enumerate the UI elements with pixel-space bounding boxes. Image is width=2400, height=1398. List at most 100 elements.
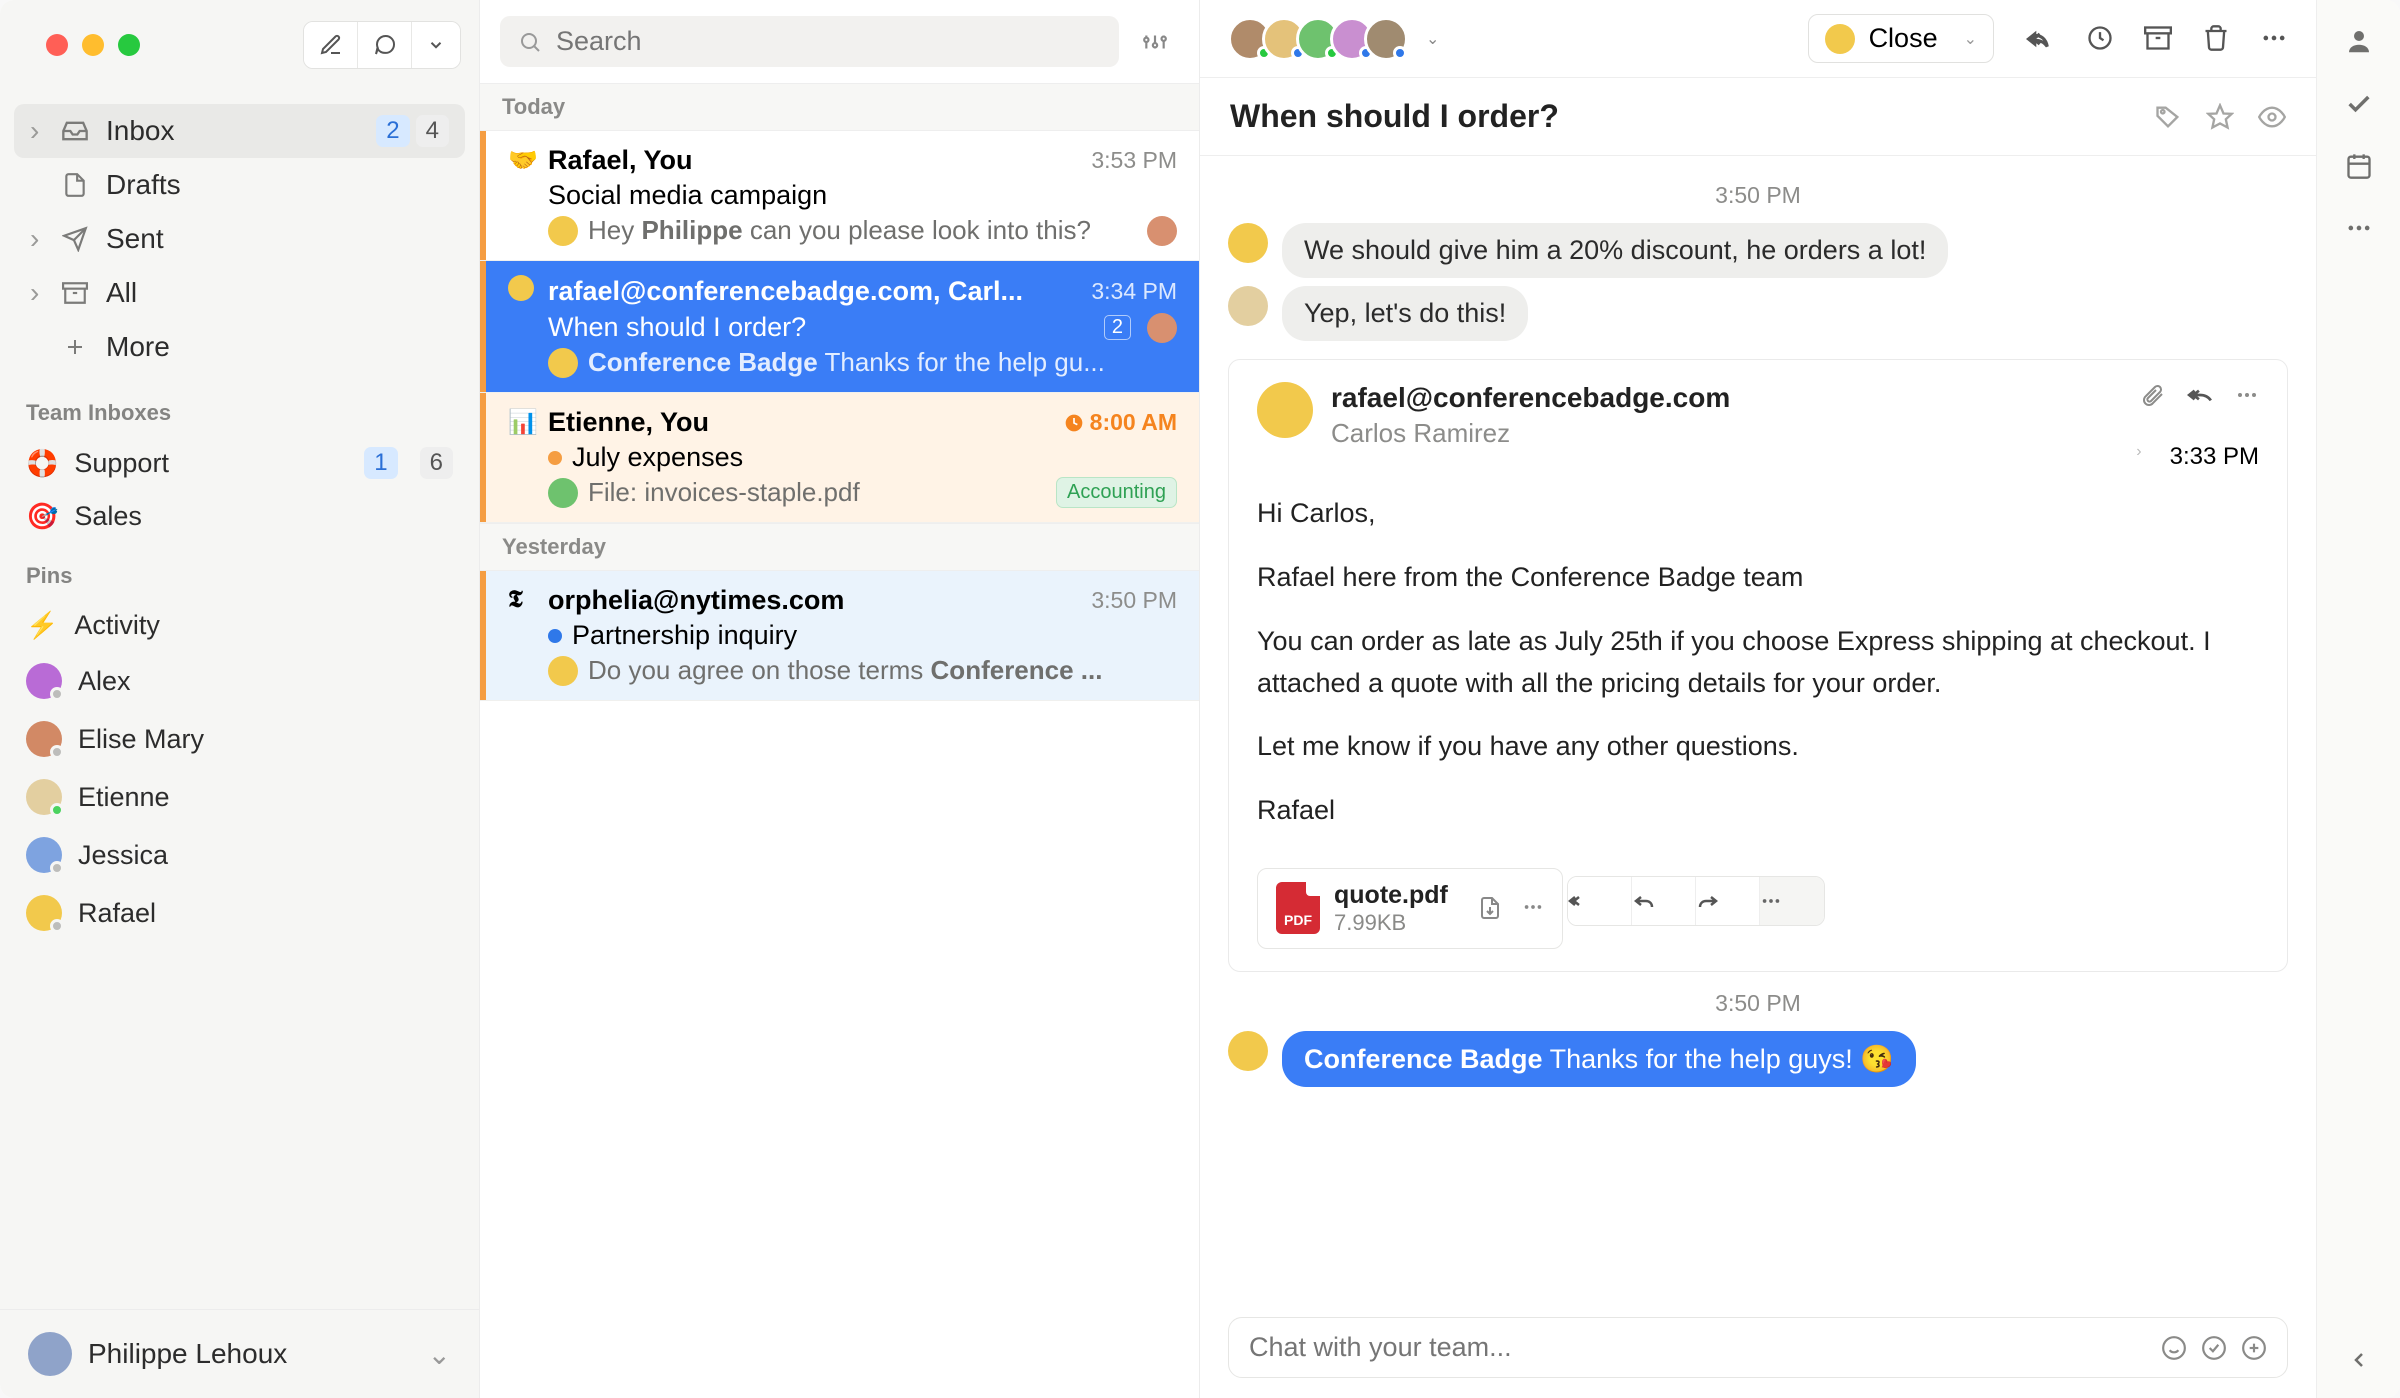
attachment-icon[interactable] <box>2141 383 2165 407</box>
tasks-icon[interactable] <box>2345 90 2373 118</box>
sidebar: › Inbox 2 4 Drafts › Sent › All <box>0 0 480 1398</box>
timestamp: 3:50 PM <box>1228 182 2288 209</box>
star-icon[interactable] <box>2206 103 2234 131</box>
email-from: rafael@conferencebadge.com <box>1331 382 2123 414</box>
pin-elise[interactable]: Elise Mary <box>0 710 479 768</box>
participants[interactable] <box>1228 17 1408 61</box>
calendar-icon[interactable] <box>2345 152 2373 180</box>
nav-more[interactable]: More <box>14 320 465 374</box>
nav-all[interactable]: › All <box>14 266 465 320</box>
more-icon[interactable] <box>2235 383 2259 407</box>
tag-icon: 🤝 <box>508 146 536 175</box>
send-icon <box>56 226 94 252</box>
collapse-icon[interactable] <box>2347 1348 2371 1372</box>
pin-label: Jessica <box>78 840 168 871</box>
conversation-item-selected[interactable]: rafael@conferencebadge.com, Carl... 3:34… <box>480 261 1199 393</box>
tag-icon[interactable] <box>2154 103 2182 131</box>
plus-icon <box>56 335 94 359</box>
close-dropdown[interactable]: Close ⌄ <box>1808 14 1994 63</box>
expand-icon[interactable]: › <box>2136 443 2141 461</box>
team-label: Support <box>74 448 342 479</box>
download-icon[interactable] <box>1478 896 1502 920</box>
minimize-window[interactable] <box>82 34 104 56</box>
chevron-down-icon: ⌄ <box>1964 29 1977 49</box>
accent-bar <box>480 571 486 700</box>
activity-emoji-icon: ⚡ <box>26 610 58 641</box>
reply-all-icon[interactable] <box>2026 24 2056 54</box>
attachment[interactable]: PDF quote.pdf 7.99KB <box>1257 868 1563 949</box>
nav-sent[interactable]: › Sent <box>14 212 465 266</box>
avatar <box>1228 1031 1268 1071</box>
thread-pane: ⌄ Close ⌄ When should I order? 3:50 PM <box>1200 0 2316 1398</box>
conversation-item-snoozed[interactable]: 📊 Etienne, You 8:00 AM July expenses Fil… <box>480 393 1199 523</box>
chat-bubble: Yep, let's do this! <box>1282 286 1528 341</box>
status-dot <box>548 629 562 643</box>
subject-bar: When should I order? <box>1200 78 2316 156</box>
more-button[interactable] <box>1760 877 1824 925</box>
timestamp: 3:50 PM <box>1228 990 2288 1017</box>
trash-icon[interactable] <box>2202 24 2230 54</box>
current-user[interactable]: Philippe Lehoux ⌄ <box>0 1309 479 1398</box>
source-icon: 𝕿 <box>508 587 536 614</box>
conversation-item[interactable]: 𝕿 orphelia@nytimes.com 3:50 PM Partnersh… <box>480 571 1199 701</box>
unread-badge: 1 <box>364 447 397 479</box>
reply-all-button[interactable] <box>1568 877 1632 925</box>
close-window[interactable] <box>46 34 68 56</box>
reply-all-icon[interactable] <box>2187 382 2213 408</box>
reply-button[interactable] <box>1632 877 1696 925</box>
filter-button[interactable] <box>1131 18 1179 66</box>
watch-icon[interactable] <box>2258 103 2286 131</box>
pin-rafael[interactable]: Rafael <box>0 884 479 942</box>
more-icon[interactable] <box>1522 896 1544 920</box>
conversation-item[interactable]: 🤝 Rafael, You 3:53 PM Social media campa… <box>480 131 1199 261</box>
avatar <box>1147 313 1177 343</box>
conv-time: 3:34 PM <box>1091 278 1177 305</box>
nav-label: Inbox <box>106 115 370 147</box>
composer[interactable] <box>1228 1317 2288 1378</box>
chat-message: Yep, let's do this! <box>1228 286 2288 341</box>
reply-buttons <box>1567 876 1825 926</box>
team-label: Sales <box>74 501 142 532</box>
pin-etienne[interactable]: Etienne <box>0 768 479 826</box>
avatar <box>26 895 62 931</box>
search-input[interactable] <box>556 26 1101 57</box>
chevron-down-icon[interactable]: ⌄ <box>1426 29 1439 49</box>
new-thread-button[interactable] <box>358 22 412 68</box>
nav-inbox[interactable]: › Inbox 2 4 <box>14 104 465 158</box>
unread-badge: 2 <box>376 115 409 147</box>
task-icon[interactable] <box>2201 1335 2227 1361</box>
conv-subject: Social media campaign <box>548 180 1177 211</box>
pin-activity[interactable]: ⚡ Activity <box>0 599 479 652</box>
attachment-size: 7.99KB <box>1334 910 1448 936</box>
more-icon[interactable] <box>2260 24 2288 54</box>
snooze-icon[interactable] <box>2086 24 2114 54</box>
archive-icon[interactable] <box>2144 24 2172 54</box>
search-input-wrap[interactable] <box>500 16 1119 67</box>
nav-label: All <box>106 277 449 309</box>
conv-from: Rafael, You <box>548 145 1079 176</box>
chart-icon: 📊 <box>508 408 536 437</box>
more-icon[interactable] <box>2345 214 2373 242</box>
list-date-yesterday: Yesterday <box>480 523 1199 571</box>
avatar <box>26 721 62 757</box>
pin-alex[interactable]: Alex <box>0 652 479 710</box>
sidebar-menu-button[interactable] <box>412 22 460 68</box>
email-time: 3:33 PM <box>2170 443 2259 471</box>
team-support[interactable]: 🛟 Support 1 6 <box>0 436 479 490</box>
nav-folders: › Inbox 2 4 Drafts › Sent › All <box>0 98 479 380</box>
conv-subject: When should I order? <box>548 312 1094 343</box>
composer-input[interactable] <box>1249 1332 2147 1363</box>
chat-message: Conference Badge Thanks for the help guy… <box>1228 1031 2288 1087</box>
section-pins: Pins <box>0 543 479 599</box>
emoji-icon[interactable] <box>2161 1335 2187 1361</box>
team-sales[interactable]: 🎯 Sales <box>0 490 479 543</box>
compose-button[interactable] <box>304 22 358 68</box>
chevron-right-icon: › <box>30 277 54 309</box>
pin-jessica[interactable]: Jessica <box>0 826 479 884</box>
zoom-window[interactable] <box>118 34 140 56</box>
profile-icon[interactable] <box>2344 26 2374 56</box>
conv-subject: July expenses <box>572 442 743 473</box>
add-icon[interactable] <box>2241 1335 2267 1361</box>
forward-button[interactable] <box>1696 877 1760 925</box>
nav-drafts[interactable]: Drafts <box>14 158 465 212</box>
